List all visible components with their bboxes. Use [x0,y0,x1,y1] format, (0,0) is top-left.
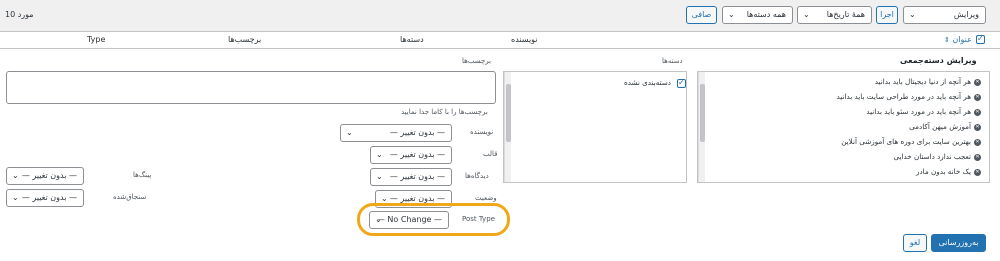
sticky-select[interactable]: — بدون تغییر — ⌄ [6,189,84,207]
template-select[interactable]: — بدون تغییر — ⌄ [370,146,452,164]
post-item: ✕تعجب ندارد داستان خدایی [893,152,981,161]
categories-scrollbar[interactable] [504,72,511,182]
post-item: ✕آموزش میهن آکادمی [909,122,981,131]
template-value: — بدون تغییر — [389,150,445,159]
post-item: ✕بهترین سایت برای دوره های آموزشی آنلاین [841,137,981,146]
remove-icon[interactable]: ✕ [974,78,981,86]
apply-button[interactable]: اجرا [876,6,898,24]
remove-icon[interactable]: ✕ [974,168,981,176]
pings-value: — بدون تغییر — [21,171,77,180]
chevron-down-icon: ⌄ [12,193,19,202]
remove-icon[interactable]: ✕ [974,108,981,116]
chevron-down-icon: ⌄ [376,172,383,181]
column-categories-label: دسته‌ها [400,35,424,44]
comments-value: — بدون تغییر — [389,172,445,181]
posts-scrollbar[interactable] [698,72,705,182]
column-author-label: نویسنده [511,35,538,44]
comments-label: دیدگاه‌ها [465,172,489,180]
post-type-highlight [357,203,510,236]
sticky-label: سنجاق‌شده [113,193,147,201]
column-tags-label: برچسب‌ها [228,35,262,44]
bulk-posts-list: ✕هر آنچه از دنیا دیجیتال باید بدانید ✕هر… [697,71,990,183]
category-checkbox[interactable] [677,78,686,88]
cancel-button[interactable]: لغو [903,234,927,252]
chevron-down-icon: ⌄ [346,128,353,137]
bulk-action-select[interactable]: ویرایش ⌄ [903,6,986,24]
chevron-down-icon: ⌄ [12,171,19,180]
bulk-action-value: ویرایش [953,10,979,19]
dates-filter-select[interactable]: همهٔ تاریخ‌ها ⌄ [797,6,872,24]
select-all-checkbox[interactable] [976,34,985,44]
pings-select[interactable]: — بدون تغییر — ⌄ [6,167,84,185]
remove-icon[interactable]: ✕ [974,93,981,101]
author-label: نویسنده [470,128,494,136]
pings-label: پینگ‌ها [133,171,152,179]
chevron-down-icon: ⌄ [803,10,810,19]
post-item: ✕یک خانه بدون مادر [915,167,981,176]
column-type-label: Type [87,35,106,44]
table-header: ⇕ عنوان نویسنده دسته‌ها برچسب‌ها Type [0,31,1000,49]
tags-label: برچسب‌ها [462,57,492,65]
column-title-sort[interactable]: ⇕ عنوان [944,35,972,44]
filter-button[interactable]: صافی [686,6,717,24]
chevron-down-icon: ⌄ [376,150,383,159]
author-select[interactable]: — بدون تغییر — ⌄ [340,124,452,142]
categories-checklist: دسته‌بندی نشده [503,71,687,183]
dates-filter-value: همهٔ تاریخ‌ها [826,10,865,19]
category-option-label: دسته‌بندی نشده [623,78,671,87]
item-count: 10 مورد [5,10,34,19]
tags-textarea[interactable] [6,71,496,104]
post-item: ✕هر آنچه باید در مورد طراحی سایت باید بد… [836,92,981,101]
post-item: ✕هر آنچه باید در مورد سئو باید بدانید [866,107,981,116]
status-label: وضعیت [475,194,497,202]
comments-select[interactable]: — بدون تغییر — ⌄ [370,168,452,186]
chevron-down-icon: ⌄ [728,10,735,19]
categories-scrollbar-thumb[interactable] [506,84,511,142]
tags-hint: برچسب‌ها را با کاما جدا نمایید [401,108,488,116]
remove-icon[interactable]: ✕ [974,153,981,161]
status-value: — بدون تغییر — [389,194,445,203]
post-item: ✕هر آنچه از دنیا دیجیتال باید بدانید [874,77,981,86]
chevron-down-icon: ⌄ [909,10,916,19]
remove-icon[interactable]: ✕ [974,138,981,146]
column-title-label: عنوان [952,35,972,44]
author-value: — بدون تغییر — [389,128,445,137]
category-filter-value: همه دسته‌ها [746,10,786,19]
posts-scrollbar-thumb[interactable] [700,84,705,142]
categories-label: دسته‌ها [662,57,683,65]
sort-icon: ⇕ [944,36,950,44]
category-filter-select[interactable]: همه دسته‌ها ⌄ [722,6,793,24]
template-label: قالب [483,150,498,158]
update-button[interactable]: به‌روزرسانی [931,234,986,252]
remove-icon[interactable]: ✕ [974,123,981,131]
bulk-edit-heading: ویرایش دسته‌جمعی [900,56,977,65]
sticky-value: — بدون تغییر — [21,193,77,202]
